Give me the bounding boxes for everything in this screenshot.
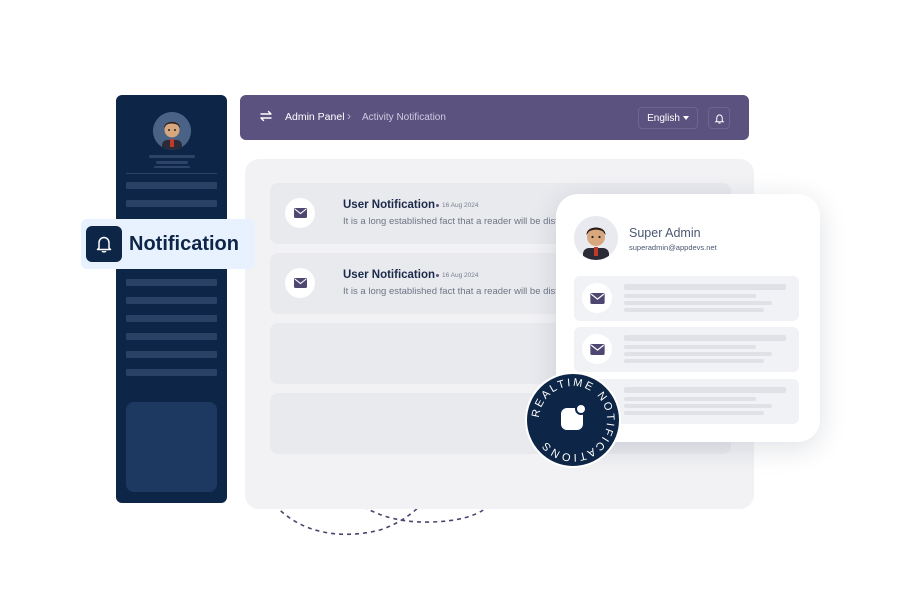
notification-chip-label: Notification <box>129 232 239 255</box>
sidebar-item[interactable] <box>126 182 217 189</box>
placeholder-line <box>624 352 772 356</box>
sidebar-item[interactable] <box>126 279 217 286</box>
admin-name: Super Admin <box>629 226 701 240</box>
chevron-right-icon: › <box>347 109 351 123</box>
mail-icon <box>285 198 315 228</box>
sidebar <box>116 95 227 503</box>
mail-icon <box>582 334 612 364</box>
mail-icon <box>285 268 315 298</box>
notification-title: User Notification <box>343 199 436 211</box>
placeholder-line <box>624 284 786 290</box>
sidebar-meta-placeholder <box>154 166 190 168</box>
bell-icon <box>86 226 122 262</box>
caret-down-icon <box>682 116 689 120</box>
breadcrumb-current: Activity Notification <box>362 112 446 123</box>
sidebar-name-placeholder <box>149 155 195 158</box>
realtime-notifications-badge: REALTIME NOTIFICATIONS <box>525 372 621 468</box>
sidebar-item[interactable] <box>126 315 217 322</box>
bell-icon <box>714 113 724 124</box>
placeholder-notification <box>574 327 799 372</box>
placeholder-notification <box>574 276 799 321</box>
admin-avatar <box>574 216 618 260</box>
breadcrumb-root[interactable]: Admin Panel <box>285 111 345 123</box>
placeholder-line <box>624 411 764 415</box>
separator-dot <box>436 274 439 277</box>
notification-body: It is a long established fact that a rea… <box>343 216 585 227</box>
placeholder-line <box>624 359 764 363</box>
language-label: English <box>647 112 680 124</box>
notification-bell-button[interactable] <box>708 107 730 129</box>
sidebar-item[interactable] <box>126 369 217 376</box>
notification-body: It is a long established fact that a rea… <box>343 286 585 297</box>
notification-date: 16 Aug 2024 <box>442 202 479 209</box>
notification-title: User Notification <box>343 269 436 281</box>
sidebar-item[interactable] <box>126 297 217 304</box>
placeholder-line <box>624 335 786 341</box>
placeholder-line <box>624 404 772 408</box>
sidebar-item[interactable] <box>126 351 217 358</box>
separator-dot <box>436 204 439 207</box>
swap-arrows-icon[interactable] <box>259 109 273 123</box>
sidebar-role-placeholder <box>156 161 188 164</box>
placeholder-line <box>624 308 764 312</box>
placeholder-line <box>624 294 756 298</box>
sidebar-footer-card <box>126 402 217 492</box>
sidebar-avatar[interactable] <box>153 112 191 150</box>
header-bar: Admin Panel › Activity Notification Engl… <box>240 95 749 140</box>
sidebar-item[interactable] <box>126 333 217 340</box>
sidebar-item[interactable] <box>126 200 217 207</box>
placeholder-line <box>624 387 786 393</box>
admin-email: superadmin@appdevs.net <box>629 243 717 252</box>
placeholder-line <box>624 301 772 305</box>
placeholder-line <box>624 397 756 401</box>
sidebar-divider <box>126 173 217 174</box>
notification-chip: Notification <box>81 219 255 269</box>
language-select[interactable]: English <box>638 107 698 129</box>
mail-icon <box>582 283 612 313</box>
notification-date: 16 Aug 2024 <box>442 272 479 279</box>
placeholder-line <box>624 345 756 349</box>
